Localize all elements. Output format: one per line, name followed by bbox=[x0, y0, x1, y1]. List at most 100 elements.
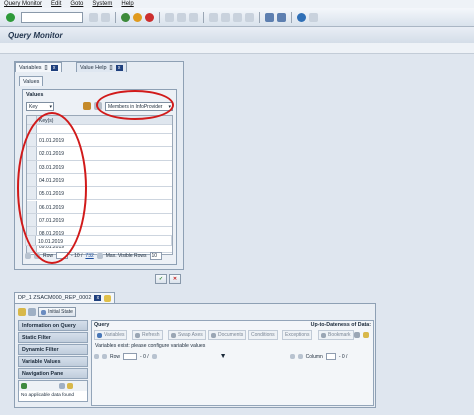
swap-axes-label: Swap Axes bbox=[178, 332, 203, 338]
command-field[interactable] bbox=[21, 11, 83, 23]
scroll-last-icon[interactable] bbox=[151, 354, 157, 359]
shortcut-icon[interactable] bbox=[277, 12, 286, 22]
nav-variable-values[interactable]: Variable Values bbox=[18, 356, 88, 367]
tab-value-help[interactable]: Value Help [] x bbox=[76, 62, 127, 72]
dp-toolbar: Initial State bbox=[18, 307, 76, 317]
help-icon[interactable] bbox=[297, 12, 306, 22]
page-total-link[interactable]: 732 bbox=[85, 253, 93, 259]
initial-state-label: Initial State bbox=[48, 309, 73, 315]
close-icon[interactable]: x bbox=[50, 64, 58, 71]
back-icon[interactable] bbox=[89, 12, 98, 22]
tab-value-help-label: Value Help bbox=[80, 64, 107, 71]
layout-icon[interactable] bbox=[309, 12, 318, 22]
row-label: Row bbox=[110, 353, 121, 360]
bookmark-icon bbox=[321, 332, 326, 338]
refresh-button[interactable]: Refresh bbox=[132, 330, 163, 340]
menu-system[interactable]: System bbox=[92, 1, 112, 7]
nav-dynamic-filter[interactable]: Dynamic Filter bbox=[18, 344, 88, 355]
tab-variables-count: [] bbox=[44, 64, 48, 71]
filter-icon[interactable] bbox=[67, 383, 73, 389]
variables-button[interactable]: Variables bbox=[94, 330, 128, 340]
reset-icon bbox=[41, 309, 47, 315]
ok-button[interactable]: ✓ bbox=[155, 274, 167, 284]
chevron-down-icon: ▾ bbox=[49, 104, 52, 110]
folder-icon[interactable] bbox=[104, 294, 112, 302]
menu-help[interactable]: Help bbox=[121, 1, 133, 7]
tab-data-provider[interactable]: DP_1 ZSACM000_REP_0002 x bbox=[14, 292, 116, 303]
conditions-button[interactable]: Conditions bbox=[248, 330, 278, 340]
values-group-title: Values bbox=[26, 92, 44, 98]
toolbar-separator bbox=[115, 11, 116, 23]
expand-icon[interactable] bbox=[21, 383, 27, 389]
scroll-last-icon[interactable] bbox=[96, 252, 103, 259]
query-title: Query bbox=[94, 322, 110, 328]
save-icon[interactable] bbox=[101, 12, 110, 22]
filter-icon[interactable] bbox=[363, 332, 369, 338]
bookmark-button[interactable]: Bookmark bbox=[318, 330, 354, 340]
refresh-label: Refresh bbox=[142, 332, 160, 338]
swap-axes-button[interactable]: Swap Axes bbox=[168, 330, 206, 340]
annotation-ellipse-rows bbox=[17, 112, 87, 264]
initial-state-button[interactable]: Initial State bbox=[38, 307, 76, 317]
cancel-icon[interactable] bbox=[145, 12, 154, 22]
find-next-icon[interactable] bbox=[189, 12, 198, 22]
toolbar-separator bbox=[259, 11, 260, 23]
swap-icon[interactable] bbox=[59, 383, 65, 389]
scroll-down-icon[interactable] bbox=[102, 354, 107, 359]
next-page-icon[interactable] bbox=[233, 12, 242, 22]
layout-icon[interactable] bbox=[28, 308, 36, 316]
uptodate-label: Up-to-Dateness of Data: bbox=[310, 322, 371, 328]
max-visible-rows-label: Max. Visible Rows bbox=[105, 252, 147, 259]
nav-label: Information on Query bbox=[22, 322, 76, 329]
back-nav-icon[interactable] bbox=[121, 12, 130, 22]
close-icon[interactable]: x bbox=[94, 295, 102, 301]
enter-icon[interactable] bbox=[6, 12, 15, 22]
previous-page-icon[interactable] bbox=[221, 12, 230, 22]
menu-edit[interactable]: Edit bbox=[51, 1, 61, 7]
tab-variables[interactable]: Variables [] x bbox=[15, 62, 62, 72]
tab-values[interactable]: Values bbox=[19, 76, 44, 86]
search-help-icon[interactable] bbox=[83, 102, 91, 110]
query-toolbar: Variables Refresh Swap Axes Documents Co… bbox=[94, 330, 372, 340]
nav-static-filter[interactable]: Static Filter bbox=[18, 332, 88, 343]
cancel-button[interactable]: ✕ bbox=[169, 274, 181, 284]
scroll-right-icon[interactable] bbox=[297, 354, 303, 359]
scroll-up-icon[interactable] bbox=[25, 252, 31, 259]
tab-variables-label: Variables bbox=[19, 64, 42, 71]
documents-label: Documents bbox=[218, 332, 244, 338]
query-nav-bar: Row - 0 / ▼ Column - 0 / bbox=[94, 352, 372, 361]
menu-goto[interactable]: Goto bbox=[70, 1, 83, 7]
key-dropdown[interactable]: Key ▾ bbox=[26, 102, 54, 111]
nav-navigation-pane[interactable]: Navigation Pane bbox=[18, 368, 88, 379]
exceptions-button[interactable]: Exceptions bbox=[282, 330, 313, 340]
nav-information-on-query[interactable]: Information on Query bbox=[18, 320, 88, 331]
toolbar-separator bbox=[291, 11, 292, 23]
variables-message: Variables exist: please configure variab… bbox=[95, 343, 206, 349]
refresh-icon bbox=[135, 332, 140, 338]
swap-axes-icon bbox=[171, 332, 176, 338]
first-page-icon[interactable] bbox=[209, 12, 218, 22]
swap-icon[interactable] bbox=[354, 332, 360, 338]
column-info: - 0 / bbox=[338, 353, 348, 360]
new-session-icon[interactable] bbox=[265, 12, 274, 22]
documents-button[interactable]: Documents bbox=[208, 330, 247, 340]
no-data-text: No applicable data found bbox=[21, 393, 75, 398]
toolbar-separator bbox=[159, 11, 160, 23]
print-icon[interactable] bbox=[165, 12, 174, 22]
menu-query-monitor[interactable]: Query Monitor bbox=[4, 1, 42, 7]
nav-label: Variable Values bbox=[22, 358, 61, 365]
max-visible-rows-input[interactable]: 10 bbox=[149, 251, 162, 260]
last-page-icon[interactable] bbox=[245, 12, 254, 22]
close-icon[interactable]: x bbox=[115, 64, 123, 71]
chevron-down-icon[interactable]: ▼ bbox=[220, 353, 227, 360]
exit-icon[interactable] bbox=[133, 12, 142, 22]
column-input[interactable] bbox=[325, 353, 336, 360]
variables-label: Variables bbox=[104, 332, 125, 338]
tab-data-provider-label: DP_1 ZSACM000_REP_0002 bbox=[18, 295, 92, 301]
find-icon[interactable] bbox=[177, 12, 186, 22]
edit-icon[interactable] bbox=[18, 308, 26, 316]
row-input[interactable] bbox=[123, 353, 138, 360]
scroll-left-icon[interactable] bbox=[289, 354, 295, 359]
documents-icon bbox=[211, 332, 216, 338]
scroll-up-icon[interactable] bbox=[94, 354, 99, 359]
